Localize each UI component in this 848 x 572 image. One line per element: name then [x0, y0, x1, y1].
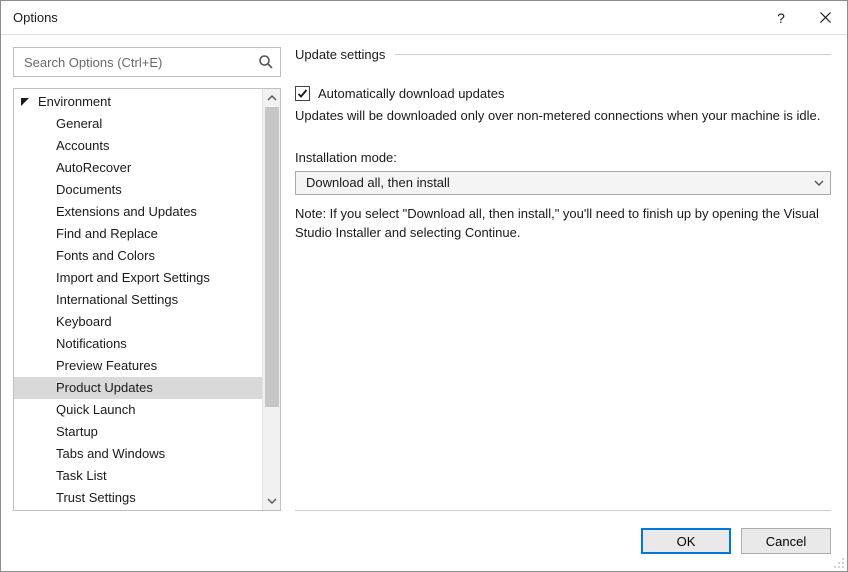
- tree-item-label: Documents: [56, 179, 122, 201]
- tree-item[interactable]: Extensions and Updates: [14, 201, 262, 223]
- tree-item[interactable]: Import and Export Settings: [14, 267, 262, 289]
- install-mode-note: Note: If you select "Download all, then …: [295, 205, 831, 243]
- install-mode-label: Installation mode:: [295, 150, 831, 165]
- tree-item-label: AutoRecover: [56, 157, 131, 179]
- tree-item-label: Trust Settings: [56, 487, 136, 509]
- auto-download-label: Automatically download updates: [318, 86, 504, 101]
- tree-item-label: Find and Replace: [56, 223, 158, 245]
- window-title: Options: [13, 10, 759, 25]
- auto-download-desc: Updates will be downloaded only over non…: [295, 107, 831, 126]
- titlebar: Options ?: [1, 1, 847, 35]
- tree-container: EnvironmentGeneralAccountsAutoRecoverDoc…: [13, 88, 281, 511]
- left-panel: EnvironmentGeneralAccountsAutoRecoverDoc…: [13, 47, 281, 511]
- tree-item[interactable]: Keyboard: [14, 311, 262, 333]
- content: EnvironmentGeneralAccountsAutoRecoverDoc…: [1, 35, 847, 511]
- check-icon: [297, 88, 308, 99]
- tree-item[interactable]: International Settings: [14, 289, 262, 311]
- tree-item[interactable]: Product Updates: [14, 377, 262, 399]
- search-input[interactable]: [22, 54, 258, 71]
- scroll-down-button[interactable]: [263, 492, 281, 510]
- tree-item-label: Import and Export Settings: [56, 267, 210, 289]
- close-button[interactable]: [803, 1, 847, 35]
- tree-item-label: International Settings: [56, 289, 178, 311]
- divider: [395, 54, 831, 55]
- section-title: Update settings: [295, 47, 385, 62]
- tree-root-environment[interactable]: Environment: [14, 91, 262, 113]
- tree-item[interactable]: Find and Replace: [14, 223, 262, 245]
- cancel-button[interactable]: Cancel: [741, 528, 831, 554]
- tree-item[interactable]: Notifications: [14, 333, 262, 355]
- options-tree[interactable]: EnvironmentGeneralAccountsAutoRecoverDoc…: [14, 89, 262, 510]
- scroll-thumb[interactable]: [265, 107, 279, 407]
- tree-item-label: Notifications: [56, 333, 127, 355]
- tree-item[interactable]: Trust Settings: [14, 487, 262, 509]
- scroll-up-button[interactable]: [263, 89, 281, 107]
- tree-item-label: Product Updates: [56, 377, 153, 399]
- tree-item[interactable]: Quick Launch: [14, 399, 262, 421]
- tree-item-label: General: [56, 113, 102, 135]
- tree-item-label: Task List: [56, 465, 107, 487]
- tree-item-label: Preview Features: [56, 355, 157, 377]
- tree-item[interactable]: General: [14, 113, 262, 135]
- close-icon: [820, 12, 831, 23]
- install-mode-value: Download all, then install: [306, 175, 450, 190]
- tree-item[interactable]: Startup: [14, 421, 262, 443]
- tree-item[interactable]: Documents: [14, 179, 262, 201]
- tree-item[interactable]: Fonts and Colors: [14, 245, 262, 267]
- chevron-down-icon: [267, 498, 277, 504]
- resize-grip-icon[interactable]: [833, 557, 845, 569]
- scroll-track[interactable]: [263, 107, 280, 492]
- caret-expanded-icon: [20, 97, 34, 107]
- tree-item[interactable]: AutoRecover: [14, 157, 262, 179]
- help-button[interactable]: ?: [759, 1, 803, 35]
- tree-item[interactable]: Accounts: [14, 135, 262, 157]
- tree-item[interactable]: Task List: [14, 465, 262, 487]
- tree-item-label: Quick Launch: [56, 399, 136, 421]
- tree-scrollbar[interactable]: [262, 89, 280, 510]
- chevron-down-icon: [814, 180, 824, 186]
- tree-root-label: Environment: [38, 91, 111, 113]
- search-icon: [258, 54, 274, 70]
- tree-item-label: Keyboard: [56, 311, 112, 333]
- auto-download-checkbox[interactable]: [295, 86, 310, 101]
- chevron-up-icon: [267, 95, 277, 101]
- help-icon: ?: [777, 10, 785, 26]
- tree-item-label: Fonts and Colors: [56, 245, 155, 267]
- tree-item[interactable]: Tabs and Windows: [14, 443, 262, 465]
- tree-item-label: Extensions and Updates: [56, 201, 197, 223]
- tree-item-label: Tabs and Windows: [56, 443, 165, 465]
- ok-button[interactable]: OK: [641, 528, 731, 554]
- settings-panel: Update settings Automatically download u…: [295, 47, 835, 511]
- auto-download-row[interactable]: Automatically download updates: [295, 86, 831, 101]
- tree-item-label: Accounts: [56, 135, 109, 157]
- tree-item[interactable]: Preview Features: [14, 355, 262, 377]
- section-header: Update settings: [295, 47, 831, 62]
- tree-item-label: Startup: [56, 421, 98, 443]
- footer: OK Cancel: [1, 511, 847, 571]
- install-mode-select[interactable]: Download all, then install: [295, 171, 831, 195]
- search-box[interactable]: [13, 47, 281, 77]
